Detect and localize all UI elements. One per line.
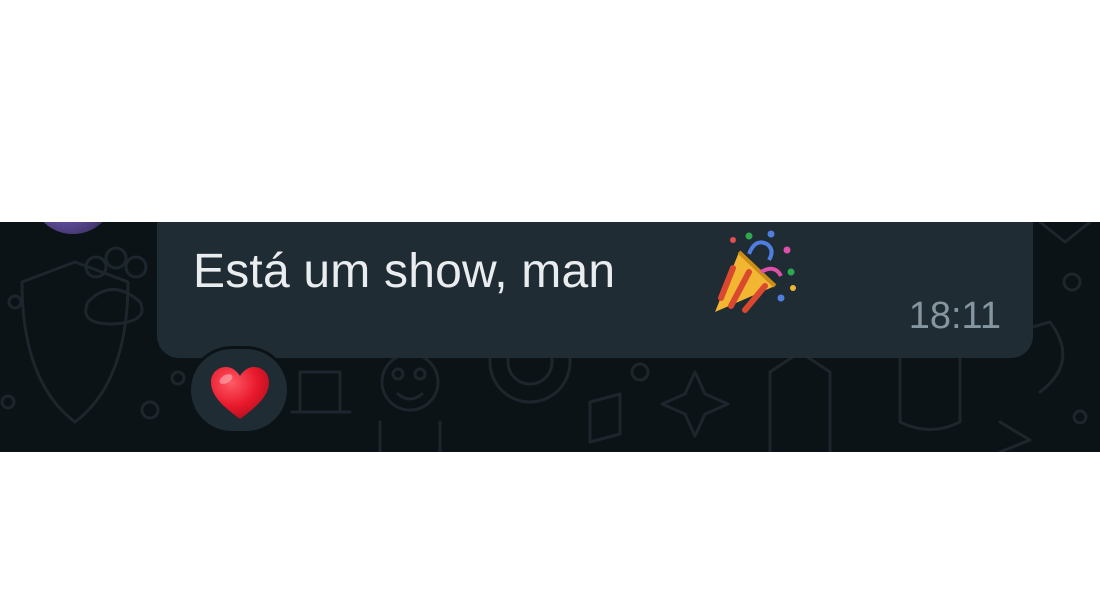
chat-area[interactable]: Está um show, man 18:11 [0,222,1100,452]
message-timestamp: 18:11 [908,295,1001,337]
party-popper-icon [715,230,796,313]
page: Está um show, man 18:11 [0,0,1100,600]
message-text: Está um show, man [193,245,616,298]
message-bubble[interactable]: Está um show, man 18:11 [157,222,1033,358]
heart-icon [211,367,269,419]
reaction-chip[interactable] [188,346,290,434]
